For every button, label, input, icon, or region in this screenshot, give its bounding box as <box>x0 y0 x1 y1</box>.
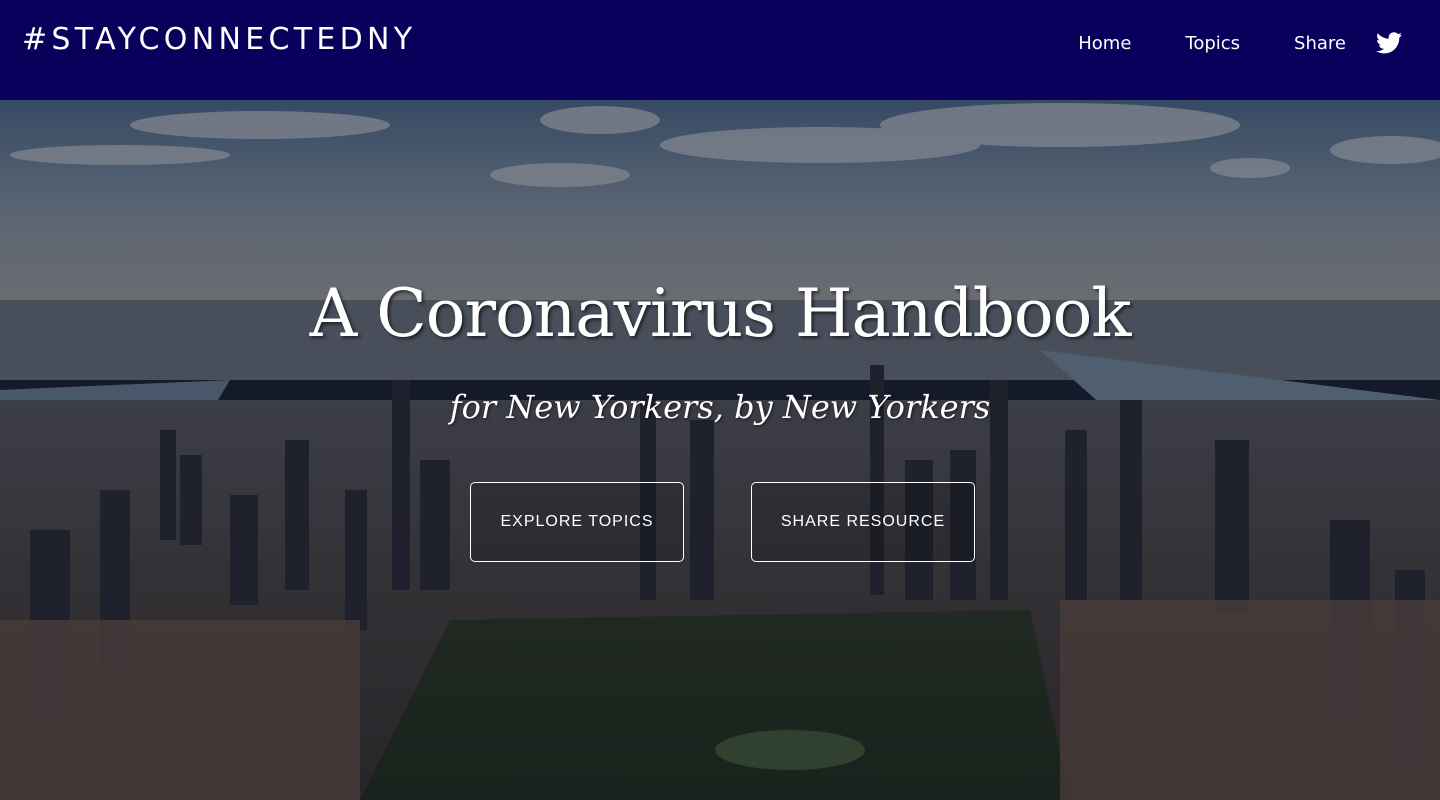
hero-subtitle: for New Yorkers, by New Yorkers <box>449 388 991 426</box>
hero-title: A Coronavirus Handbook <box>309 275 1132 352</box>
nav-topics-link[interactable]: Topics <box>1185 33 1240 54</box>
nav-share-link[interactable]: Share <box>1294 33 1346 54</box>
hero-section: A Coronavirus Handbook for New Yorkers, … <box>0 100 1440 800</box>
nav-home-link[interactable]: Home <box>1078 33 1131 54</box>
explore-topics-button[interactable]: EXPLORE TOPICS <box>470 482 684 562</box>
nav-links: Home Topics Share <box>1078 32 1402 54</box>
twitter-icon[interactable] <box>1376 32 1402 54</box>
hero-overlay <box>0 100 1440 800</box>
share-resource-button[interactable]: SHARE RESOURCE <box>751 482 975 562</box>
site-brand[interactable]: #STAYCONNECTEDNY <box>22 22 416 57</box>
top-navbar: #STAYCONNECTEDNY Home Topics Share <box>0 0 1440 100</box>
